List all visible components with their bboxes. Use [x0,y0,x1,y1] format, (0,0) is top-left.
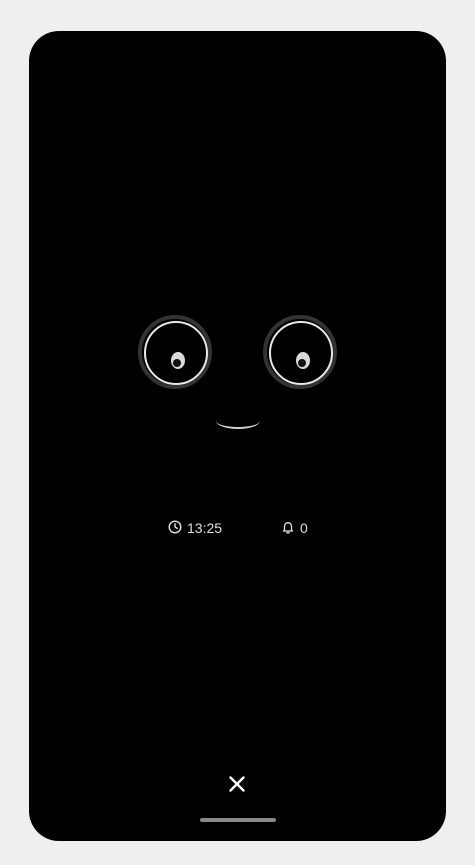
close-button[interactable] [225,772,249,796]
right-pupil-dot [298,359,306,367]
clock-icon [168,519,187,537]
left-eye-white [144,321,208,385]
bell-icon [281,520,300,537]
mouth [216,419,260,429]
time-status: 13:25 [168,519,222,537]
right-eye [263,315,337,389]
home-indicator[interactable] [200,818,276,822]
left-pupil [171,352,185,369]
left-eye [138,315,212,389]
phone-screen: 13:25 0 [29,31,446,841]
left-pupil-dot [173,359,181,367]
notification-status: 0 [281,519,308,537]
right-eye-white [269,321,333,385]
time-label: 13:25 [187,520,223,536]
close-icon [225,776,249,800]
notification-count: 0 [300,520,308,536]
right-pupil [296,352,310,369]
